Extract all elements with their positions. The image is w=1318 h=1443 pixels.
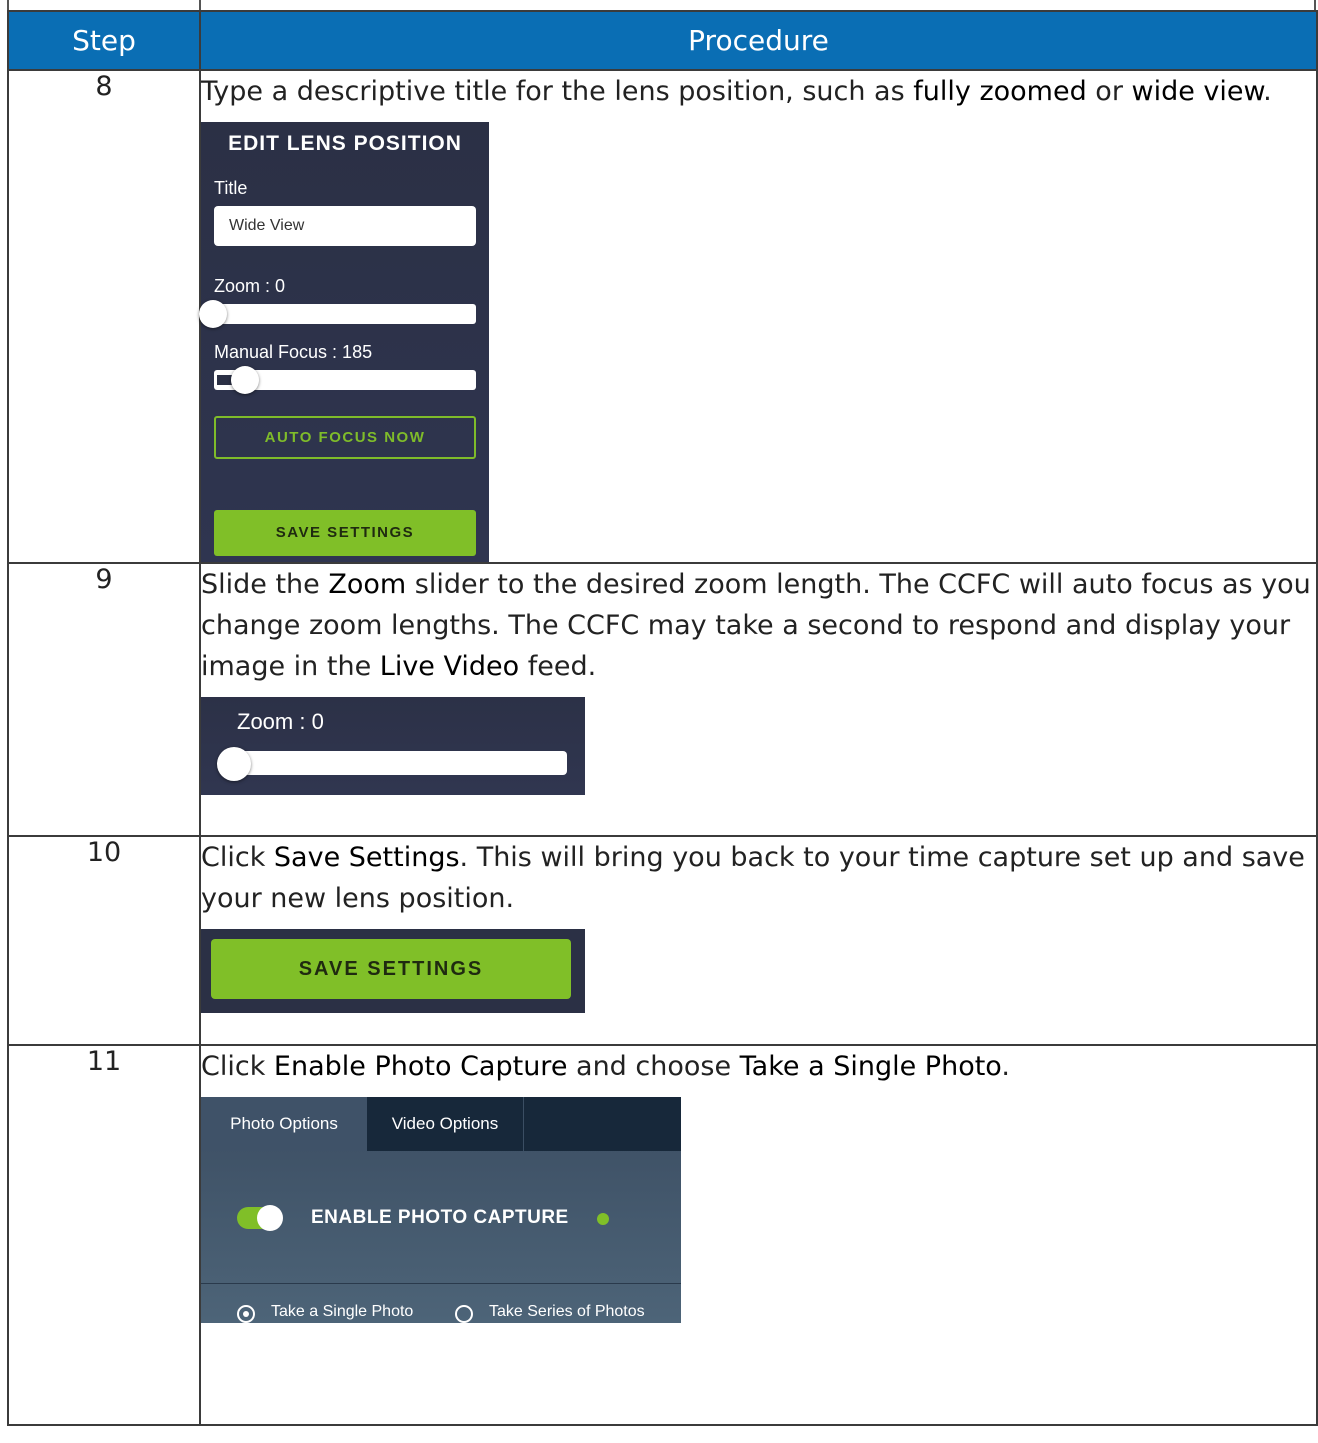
options-tabs: Photo Options Video Options	[201, 1097, 681, 1151]
divider	[201, 1283, 681, 1284]
table-row: 9 Slide the Zoom slider to the desired z…	[7, 562, 1318, 837]
focus-label: Manual Focus : 185	[214, 342, 373, 362]
save-settings-button[interactable]: SAVE SETTINGS	[214, 510, 476, 556]
series-photos-label: Take Series of Photos	[489, 1303, 645, 1320]
title-label: Title	[214, 178, 248, 198]
single-photo-radio[interactable]	[237, 1305, 255, 1323]
step-number: 8	[7, 69, 201, 564]
title-input[interactable]: Wide View	[214, 206, 476, 246]
focus-slider-knob[interactable]	[231, 366, 259, 394]
header-row: Step Procedure	[7, 10, 1318, 71]
procedure-cell: Click Save Settings. This will bring you…	[199, 835, 1318, 1046]
enable-photo-capture-label: ENABLE PHOTO CAPTURE	[311, 1207, 569, 1228]
procedure-text: Slide the Zoom slider to the desired zoo…	[201, 569, 1311, 682]
photo-options-panel: Photo Options Video Options ENABLE PHOTO…	[201, 1097, 681, 1323]
zoom-label: Zoom : 0	[214, 276, 286, 296]
zoom-slider-knob[interactable]	[199, 300, 227, 328]
procedure-text: Type a descriptive title for the lens po…	[201, 76, 1272, 107]
info-icon[interactable]	[597, 1213, 609, 1225]
table-row: 11 Click Enable Photo Capture and choose…	[7, 1044, 1318, 1426]
panel-title: EDIT LENS POSITION	[228, 132, 462, 155]
procedure-text: Click Save Settings. This will bring you…	[201, 842, 1305, 914]
series-photos-radio[interactable]	[455, 1305, 473, 1323]
save-settings-button[interactable]: SAVE SETTINGS	[211, 939, 571, 999]
save-settings-screenshot: SAVE SETTINGS	[201, 929, 585, 1013]
step-number: 11	[7, 1044, 201, 1426]
step-header: Step	[7, 10, 201, 71]
step-number: 10	[7, 835, 201, 1046]
tab-video-options[interactable]: Video Options	[367, 1097, 524, 1151]
procedure-header: Procedure	[199, 10, 1318, 71]
procedure-cell: Type a descriptive title for the lens po…	[199, 69, 1318, 564]
procedure-text: Click Enable Photo Capture and choose Ta…	[201, 1051, 1010, 1082]
auto-focus-button[interactable]: AUTO FOCUS NOW	[214, 416, 476, 459]
zoom-slider[interactable]	[214, 304, 476, 324]
table-row: 8 Type a descriptive title for the lens …	[7, 69, 1318, 564]
procedure-cell: Click Enable Photo Capture and choose Ta…	[199, 1044, 1318, 1426]
zoom-slider-screenshot: Zoom : 0	[201, 697, 585, 795]
procedure-cell: Slide the Zoom slider to the desired zoo…	[199, 562, 1318, 837]
zoom-slider[interactable]	[221, 751, 567, 775]
enable-photo-capture-toggle[interactable]	[237, 1205, 283, 1231]
table-row: 10 Click Save Settings. This will bring …	[7, 835, 1318, 1046]
top-border-continuation	[0, 0, 1318, 10]
step-number: 9	[7, 562, 201, 837]
single-photo-label: Take a Single Photo	[271, 1303, 414, 1320]
zoom-label: Zoom : 0	[237, 709, 324, 734]
procedure-table: Step Procedure 8 Type a descriptive titl…	[7, 10, 1318, 1426]
tab-photo-options[interactable]: Photo Options	[201, 1097, 367, 1151]
edit-lens-position-panel: EDIT LENS POSITION Title Wide View Zoom …	[199, 122, 489, 562]
zoom-slider-knob[interactable]	[217, 747, 251, 781]
